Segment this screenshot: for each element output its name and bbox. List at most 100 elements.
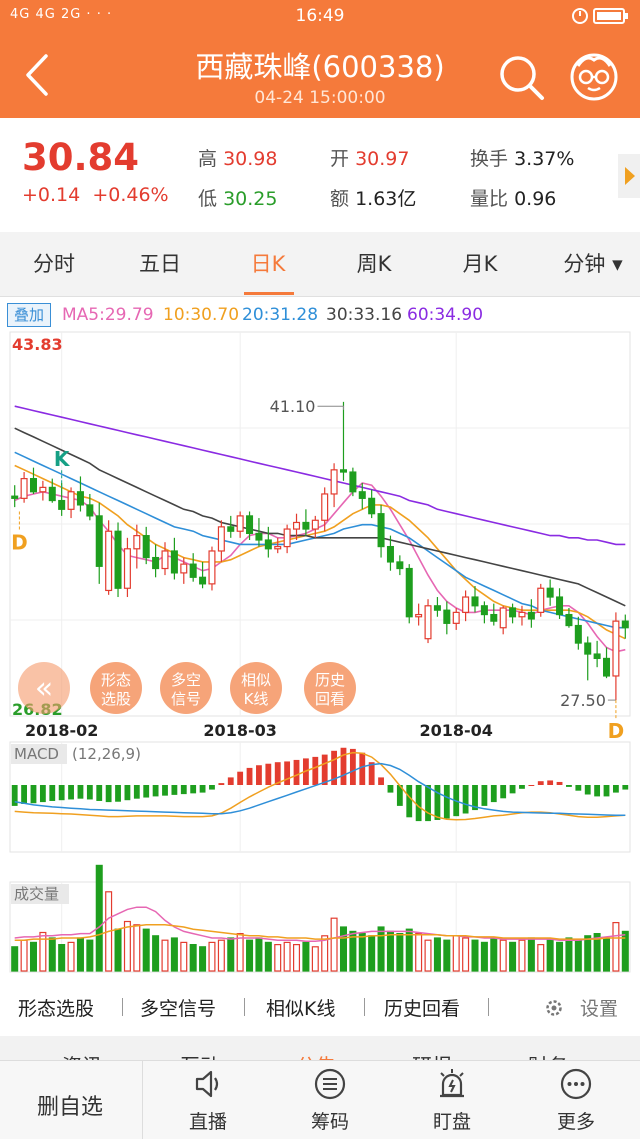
candle-up — [452, 611, 460, 624]
chips-icon — [314, 1068, 346, 1100]
macd-bar-up — [349, 748, 356, 785]
tool-pattern-select[interactable]: 形态选股 — [18, 994, 94, 1021]
macd-bar-down — [612, 785, 619, 793]
tab-daily-k[interactable]: 日K — [226, 232, 310, 296]
volume-ratio-stat: 量比 0.96 — [470, 184, 556, 211]
volume-bar-down — [86, 939, 94, 972]
divider — [244, 998, 245, 1016]
divider — [142, 1061, 143, 1139]
candle-down — [621, 620, 629, 629]
candle-down — [396, 561, 404, 570]
candle-down — [339, 469, 347, 473]
macd-bar-down — [39, 785, 46, 803]
nav-watch-label: 盯盘 — [432, 1111, 471, 1133]
status-bar: 4G 4G 2G · · · 16:49 — [0, 0, 640, 34]
kline-chart[interactable]: 2018-022018-032018-0443.8326.82 41.1027.… — [0, 330, 640, 990]
volume-bar-down — [509, 941, 517, 972]
round-button-label: 多空 — [171, 671, 201, 689]
remove-watchlist-button[interactable]: 删自选 — [10, 1061, 130, 1139]
volume-bar-down — [170, 937, 178, 972]
macd-bar-down — [500, 785, 507, 799]
candle-up — [133, 535, 141, 550]
volume-bar-down — [443, 939, 451, 972]
open-stat: 开 30.97 — [330, 144, 409, 171]
macd-params: (12,26,9) — [72, 745, 141, 763]
macd-bar-up — [265, 763, 272, 785]
alarm-icon — [440, 1069, 464, 1098]
volume-bar-down — [584, 935, 592, 972]
candle-down — [386, 545, 394, 563]
macd-bar-up — [537, 781, 544, 785]
tab-monthly-k[interactable]: 月K — [438, 232, 522, 296]
peek-tab-interact[interactable]: 互动 — [180, 1050, 220, 1060]
triangle-right-icon — [625, 167, 635, 185]
candle-down — [509, 607, 517, 618]
peek-tab-news[interactable]: 资讯 — [62, 1050, 102, 1060]
tab-intraday[interactable]: 分时 — [12, 232, 96, 296]
candle-down — [368, 497, 376, 515]
tool-history-review[interactable]: 历史回看 — [384, 994, 460, 1021]
candle-up — [20, 478, 28, 499]
turnover-value: 3.37% — [514, 148, 575, 170]
change-value: +0.14 — [22, 184, 81, 206]
pattern-select-button[interactable]: 形态选股 — [90, 662, 142, 714]
candle-up — [415, 613, 423, 618]
volume-bar-up — [518, 939, 526, 972]
divider — [122, 998, 123, 1016]
peek-tab-report[interactable]: 研报 — [412, 1050, 452, 1060]
tool-long-short-signal[interactable]: 多空信号 — [140, 994, 216, 1021]
macd-bar-down — [30, 785, 37, 804]
volume-bar-down — [386, 930, 394, 972]
expand-quote-button[interactable] — [618, 154, 640, 198]
collapse-button[interactable]: « — [18, 662, 70, 714]
candlesticks — [11, 401, 629, 701]
active-tab-indicator — [244, 292, 294, 295]
nav-chips[interactable]: 筹码 — [270, 1061, 390, 1139]
volume-bar-down — [76, 937, 84, 972]
macd-bar-up — [227, 777, 234, 785]
volume-bar-down — [255, 937, 263, 972]
settings-button[interactable]: 设置 — [544, 994, 618, 1021]
volume-bar-up — [39, 931, 47, 972]
volume-bar-up — [424, 939, 432, 972]
remove-watchlist-label: 删自选 — [36, 1095, 103, 1120]
macd-bar-up — [218, 783, 225, 785]
nav-live[interactable]: 直播 — [148, 1061, 268, 1139]
tab-five-day[interactable]: 五日 — [118, 232, 202, 296]
candle-up — [180, 563, 188, 574]
macd-bar-down — [152, 785, 159, 797]
avatar-button[interactable] — [568, 50, 620, 102]
macd-bar-down — [415, 785, 422, 822]
macd-bar-down — [124, 785, 131, 801]
macd-bar-down — [575, 785, 582, 791]
candle-down — [58, 499, 66, 510]
volume-bar-down — [58, 943, 66, 972]
candle-up — [39, 486, 47, 493]
tab-weekly-k[interactable]: 周K — [332, 232, 416, 296]
candle-up — [161, 550, 169, 570]
tool-similar-k[interactable]: 相似K线 — [266, 994, 335, 1021]
high-marker-label: 41.10 — [270, 397, 316, 416]
round-button-label: 信号 — [171, 690, 201, 708]
volume-bar-down — [565, 937, 573, 972]
nav-more[interactable]: 更多 — [516, 1061, 636, 1139]
nav-watch[interactable]: 盯盘 — [392, 1061, 512, 1139]
overlay-button[interactable]: 叠加 — [7, 303, 51, 327]
tab-minute[interactable]: 分钟 ▾ — [548, 232, 638, 296]
peek-tab-announce[interactable]: 公告 — [296, 1050, 336, 1060]
more-icon — [560, 1068, 592, 1100]
macd-bar-up — [528, 785, 535, 786]
macd-bar-down — [190, 785, 197, 794]
volume-panel: 成交量 — [11, 864, 629, 972]
macd-bar-down — [481, 785, 488, 806]
avatar-icon — [570, 53, 618, 101]
nav-bar: 西藏珠峰(600338) 04-24 15:00:00 — [0, 34, 640, 118]
history-button[interactable]: 历史回看 — [304, 662, 356, 714]
macd-bar-down — [171, 785, 178, 795]
macd-bar-down — [387, 785, 394, 793]
signal-button[interactable]: 多空信号 — [160, 662, 212, 714]
bottom-nav: 删自选 直播 筹码 盯盘 更多 — [0, 1060, 640, 1139]
similar-k-button[interactable]: 相似K线 — [230, 662, 282, 714]
search-button[interactable] — [496, 52, 546, 102]
peek-tab-finance[interactable]: 财务 — [528, 1050, 568, 1060]
